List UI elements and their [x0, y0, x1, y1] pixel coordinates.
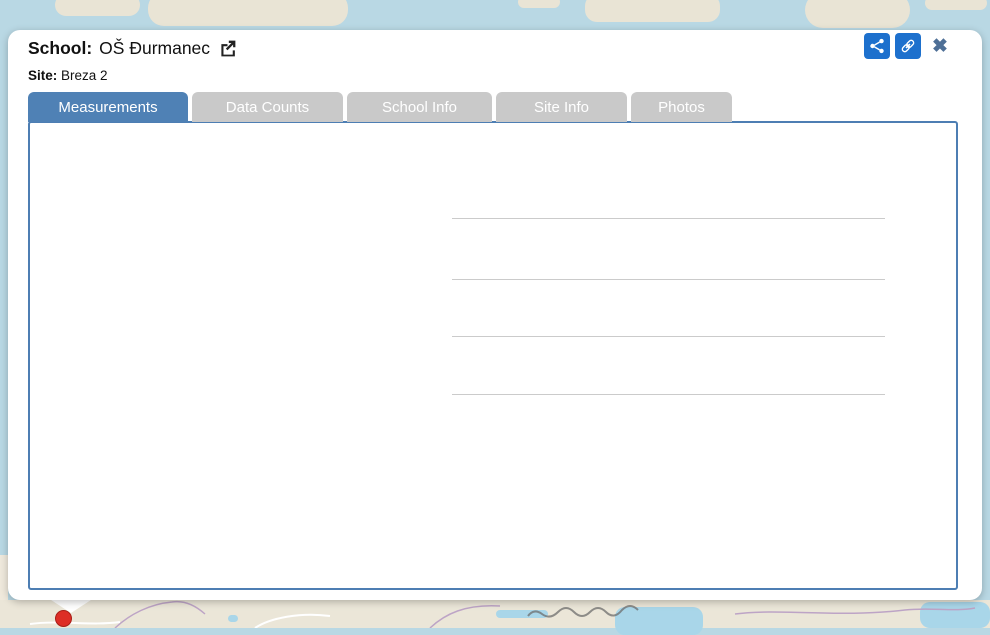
external-link-icon[interactable]: [217, 38, 238, 59]
school-label: School:: [28, 38, 92, 59]
tab-data-counts[interactable]: Data Counts: [192, 92, 343, 122]
tab-site-info[interactable]: Site Info: [496, 92, 627, 122]
map-land-patch: [518, 0, 560, 8]
share-icon: [868, 37, 886, 55]
site-name: Breza 2: [61, 68, 108, 83]
site-header: Site: Breza 2: [28, 68, 108, 83]
map-bottom-strip: [0, 600, 990, 628]
site-label: Site:: [28, 68, 57, 83]
close-icon: ✖: [932, 35, 948, 58]
close-button[interactable]: ✖: [928, 33, 952, 59]
map-land-patch: [0, 555, 8, 600]
share-button[interactable]: [864, 33, 890, 59]
school-header: School: OŠ Đurmanec: [28, 38, 238, 59]
tab-photos[interactable]: Photos: [631, 92, 732, 122]
map-land-patch: [805, 0, 910, 28]
tab-measurements[interactable]: Measurements: [28, 92, 188, 122]
measurements-content: [28, 121, 958, 590]
map-land-patch: [925, 0, 987, 10]
popup-tail: [48, 598, 94, 613]
map-land-patch: [148, 0, 348, 26]
map-land-patch: [55, 0, 140, 16]
school-name: OŠ Đurmanec: [99, 38, 210, 59]
tab-bar: MeasurementsData CountsSchool InfoSite I…: [28, 92, 732, 122]
map-land-patch: [585, 0, 720, 22]
tab-school-info[interactable]: School Info: [347, 92, 492, 122]
school-popup: School: OŠ Đurmanec Site: Breza 2: [8, 30, 982, 600]
link-icon: [899, 37, 917, 55]
link-button[interactable]: [895, 33, 921, 59]
